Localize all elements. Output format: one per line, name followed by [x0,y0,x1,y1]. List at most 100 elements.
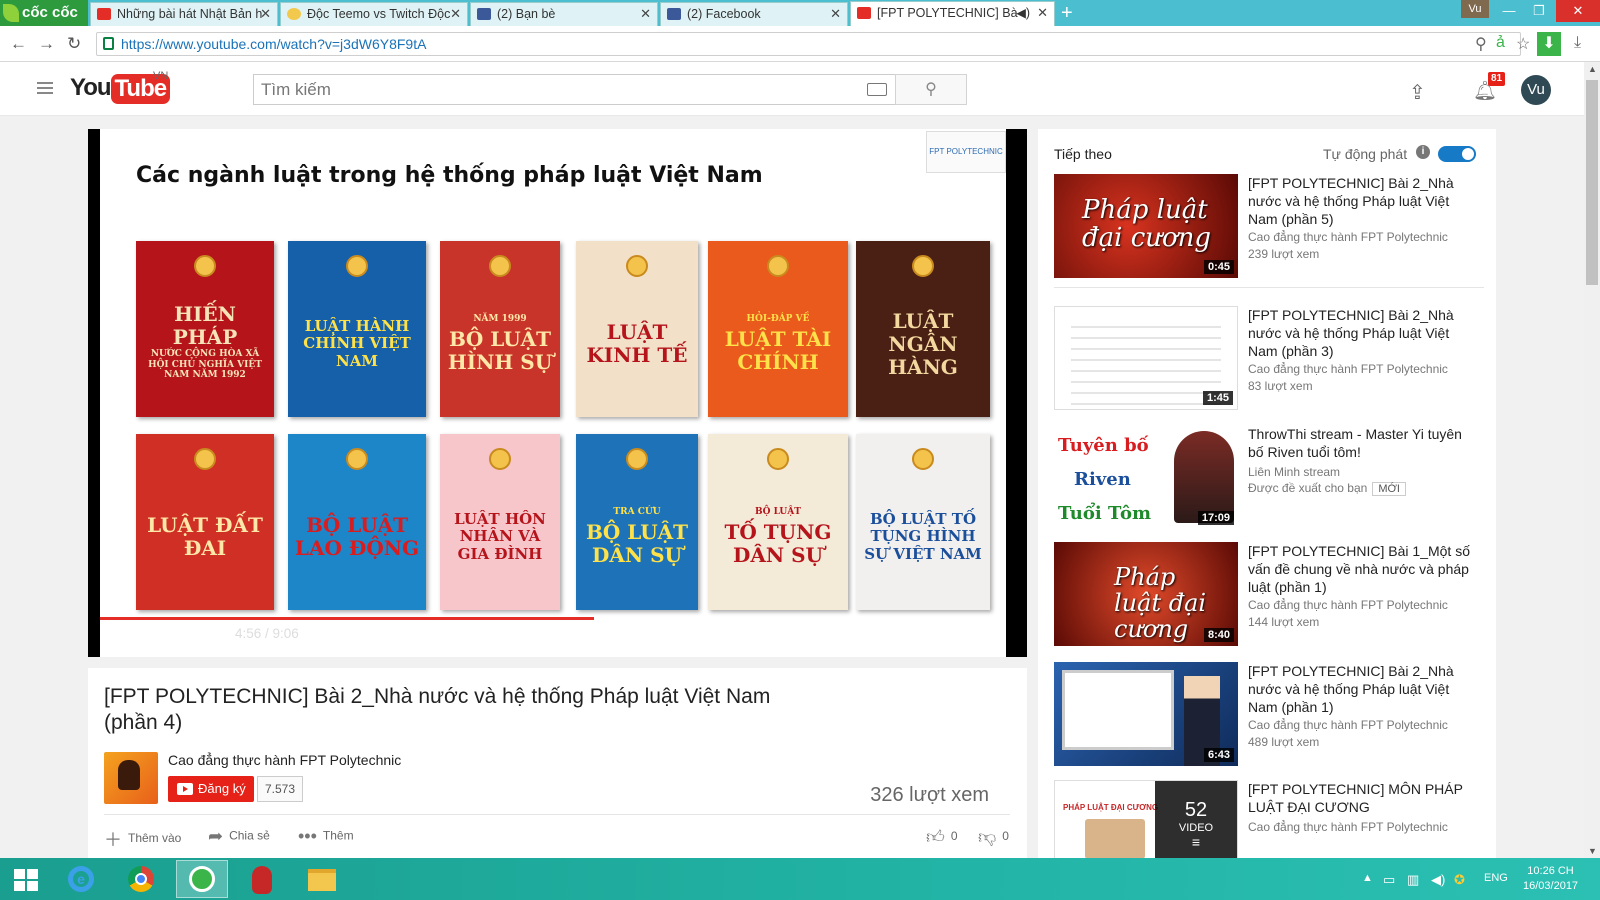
video-title[interactable]: [FPT POLYTECHNIC] Bài 2_Nhà nước và hệ t… [1248,174,1480,228]
url-field[interactable]: https://www.youtube.com/watch?v=j3dW6Y8F… [96,32,1521,56]
close-tab-icon[interactable]: ✕ [830,3,841,25]
share-button[interactable]: ➦ Chia sẻ [208,826,270,847]
duration: 6:43 [1203,748,1234,762]
channel-name[interactable]: Cao đẳng thực hành FPT Polytechnic [1248,718,1448,732]
start-button[interactable] [0,860,52,898]
clock[interactable]: 10:26 CH 16/03/2017 [1523,864,1578,894]
theater-mode-icon[interactable] [926,627,948,642]
video-thumbnail[interactable]: 6:43 [1054,662,1238,766]
avatar[interactable]: Vu [1521,75,1551,105]
channel-name[interactable]: Cao đẳng thực hành FPT Polytechnic [1248,230,1448,244]
progress-bar[interactable] [100,617,1006,620]
scroll-up-icon[interactable]: ▲ [1588,64,1597,74]
restore-button[interactable]: ❐ [1524,0,1554,22]
play-icon[interactable]: ▶ [116,624,129,644]
related-video[interactable]: Pháp luật đại cương 0:45 [FPT POLYTECHNI… [1054,174,1484,278]
like-button[interactable]: 👍︎ 0 [926,826,958,848]
recommended-label: Được đề xuất cho bạn MỚI [1248,481,1406,496]
related-video[interactable]: Tuyên bố Riven Tuổi Tôm 17:09 ThrowThi str… [1054,425,1484,529]
related-video[interactable]: Pháp luật đại cương 8:40 [FPT POLYTECHNI… [1054,542,1484,646]
scrollbar-thumb[interactable] [1586,80,1598,285]
close-tab-icon[interactable]: ✕ [260,3,271,25]
browser-tab[interactable]: (2) Bạn bè ✕ [470,2,658,26]
browser-user-badge[interactable]: Vu [1461,0,1489,18]
video-thumbnail[interactable]: Tuyên bố Riven Tuổi Tôm 17:09 [1054,425,1238,529]
keyboard-icon[interactable] [867,83,887,96]
channel-avatar[interactable] [104,752,158,804]
related-video[interactable]: 6:43 [FPT POLYTECHNIC] Bài 2_Nhà nước và… [1054,662,1484,766]
browser-tab-active[interactable]: [FPT POLYTECHNIC] Bà ◀) ✕ [850,1,1055,26]
video-player[interactable]: Các ngành luật trong hệ thống pháp luật … [88,129,1027,657]
zoom-icon[interactable]: ⚲ [1475,34,1487,54]
video-thumbnail[interactable]: 1:45 [1054,306,1238,410]
info-icon[interactable]: i [1416,145,1430,159]
scroll-down-icon[interactable]: ▼ [1588,846,1597,856]
browser-tab[interactable]: (2) Facebook ✕ [660,2,848,26]
time-display: 4:56 / 9:06 [235,626,299,641]
channel-name[interactable]: Cao đẳng thực hành FPT Polytechnic [1248,598,1448,612]
coccoc-translate-icon[interactable]: ả [1496,34,1505,52]
subscribe-label: Đăng ký [198,781,246,796]
downloads-tray-icon[interactable]: ⤓ [1574,34,1581,52]
star-icon[interactable]: ☆ [1516,34,1530,54]
next-icon[interactable]: ▶| [158,624,176,644]
tray-app-icon[interactable]: ✪ [1454,872,1465,888]
video-title[interactable]: [FPT POLYTECHNIC] Bài 1_Một số vấn đề ch… [1248,542,1480,596]
coccoc-logo[interactable]: cốc cốc [0,0,88,26]
chrome-icon[interactable] [116,860,168,898]
more-button[interactable]: ••• Thêm [298,826,354,847]
search-button[interactable]: ⚲ [895,74,967,105]
subscribe-button[interactable]: Đăng ký [168,776,254,802]
related-playlist[interactable]: PHÁP LUẬT ĐẠI CƯƠNG 52 VIDEO ≡ [FPT POLY… [1054,780,1484,858]
speaker-icon[interactable]: ◀) [1016,2,1030,24]
related-video[interactable]: 1:45 [FPT POLYTECHNIC] Bài 2_Nhà nước và… [1054,306,1484,410]
show-hidden-icons[interactable]: ▲ [1362,872,1373,884]
logo-you: You [70,74,112,101]
autoplay-toggle[interactable] [1438,146,1476,162]
playlist-title[interactable]: [FPT POLYTECHNIC] MÔN PHÁP LUẬT ĐẠI CƯƠN… [1248,780,1480,816]
video-title[interactable]: [FPT POLYTECHNIC] Bài 2_Nhà nước và hệ t… [1248,306,1480,360]
playlist-label: VIDEO [1178,822,1214,834]
file-explorer-icon[interactable] [296,860,348,898]
video-title[interactable]: [FPT POLYTECHNIC] Bài 2_Nhà nước và hệ t… [1248,662,1480,716]
upload-icon[interactable]: ⇪ [1409,80,1426,105]
browser-tab[interactable]: Độc Teemo vs Twitch Độc ✕ [280,2,468,26]
close-window-button[interactable]: ✕ [1556,0,1600,22]
new-tab-button[interactable]: + [1061,3,1073,23]
dislike-button[interactable]: 👎︎ 0 [978,826,1009,848]
add-to-button[interactable]: ＋ Thêm vào [104,826,181,852]
input-language[interactable]: ENG [1484,872,1508,884]
coccoc-taskbar-icon[interactable] [176,860,228,898]
close-tab-icon[interactable]: ✕ [1037,2,1048,24]
volume-tray-icon[interactable]: ◀) [1431,872,1445,888]
volume-icon[interactable]: ◀) [194,624,213,644]
minimize-button[interactable]: — [1494,0,1524,22]
close-tab-icon[interactable]: ✕ [640,3,651,25]
download-icon[interactable]: ⬇ [1537,32,1561,56]
youtube-logo[interactable]: You Tube VN [70,70,171,104]
menu-icon[interactable] [37,82,53,97]
network-icon[interactable]: ▥ [1407,872,1419,888]
playlist-thumbnail[interactable]: PHÁP LUẬT ĐẠI CƯƠNG 52 VIDEO ≡ [1054,780,1238,858]
fullscreen-icon[interactable]: ⛶ [965,624,977,644]
back-icon[interactable]: ← [10,34,27,54]
channel-name[interactable]: Cao đẳng thực hành FPT Polytechnic [1248,362,1448,376]
page-scrollbar[interactable]: ▲ ▼ [1584,62,1600,858]
action-center-icon[interactable]: ▭ [1383,872,1395,888]
internet-explorer-icon[interactable]: e [56,860,108,898]
video-thumbnail[interactable]: Pháp luật đại cương 8:40 [1054,542,1238,646]
video-title[interactable]: ThrowThi stream - Master Yi tuyên bố Riv… [1248,425,1480,461]
close-tab-icon[interactable]: ✕ [450,3,461,25]
settings-gear-icon[interactable]: ⚙ [888,624,903,644]
book-title: LUẬT ĐẤT ĐAI [147,513,263,560]
forward-icon[interactable]: → [38,34,55,54]
channel-name[interactable]: Liên Minh stream [1248,465,1340,479]
more-label: Thêm [322,828,354,843]
reload-icon[interactable]: ↻ [67,34,81,54]
game-app-icon[interactable] [236,860,288,898]
browser-tab[interactable]: Những bài hát Nhật Bản h ✕ [90,2,278,26]
video-thumbnail[interactable]: Pháp luật đại cương 0:45 [1054,174,1238,278]
channel-name[interactable]: Cao đẳng thực hành FPT Polytechnic [168,752,401,768]
channel-name[interactable]: Cao đẳng thực hành FPT Polytechnic [1248,820,1448,834]
search-input[interactable]: Tìm kiếm [253,74,896,105]
